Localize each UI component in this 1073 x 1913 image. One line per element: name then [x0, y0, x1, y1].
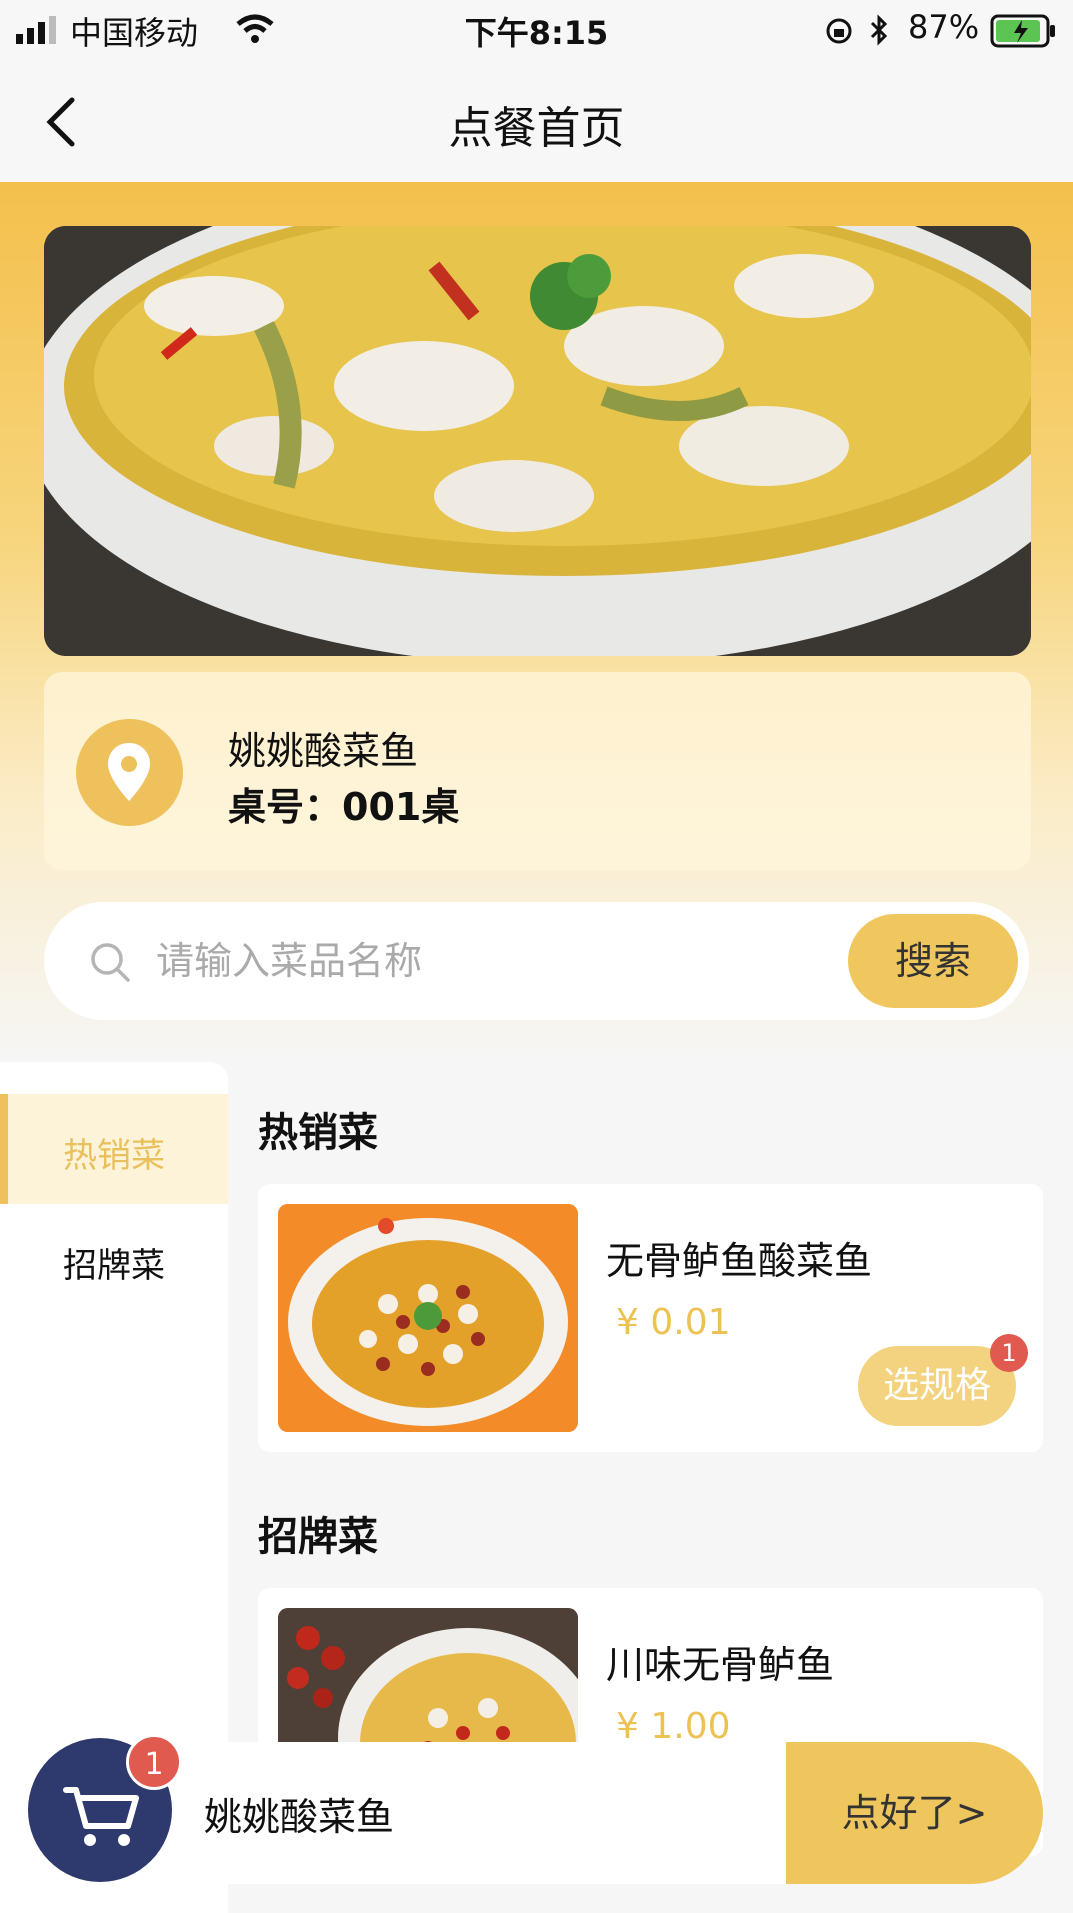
bluetooth-icon [870, 14, 888, 46]
category-signature[interactable]: 招牌菜 [0, 1238, 228, 1287]
search-button[interactable]: 搜索 [848, 914, 1018, 1008]
rotation-lock-icon [826, 18, 852, 44]
search-icon [91, 943, 130, 982]
spec-count-badge: 1 [990, 1334, 1028, 1372]
location-pin-icon [108, 743, 150, 801]
store-info-card [44, 672, 1031, 870]
battery-icon [990, 14, 1055, 48]
section-title-hot: 热销菜 [258, 1110, 378, 1156]
table-number: 桌号：001桌 [228, 785, 460, 829]
battery-percent: 87% [908, 8, 980, 46]
banner-image [44, 226, 1031, 656]
page-title: 点餐首页 [448, 103, 625, 154]
cart-store-name: 姚姚酸菜鱼 [204, 1795, 395, 1839]
store-name: 姚姚酸菜鱼 [228, 729, 419, 773]
dish-name: 无骨鲈鱼酸菜鱼 [606, 1239, 873, 1283]
nav-bar: 点餐首页 [0, 62, 1073, 182]
search-input[interactable] [154, 930, 818, 992]
dish-price: ¥ 0.01 [616, 1302, 731, 1343]
dish-price: ¥ 1.00 [616, 1706, 731, 1747]
cart-count-badge: 1 [126, 1734, 182, 1790]
section-title-signature: 招牌菜 [258, 1514, 378, 1560]
checkout-button[interactable]: 点好了> [786, 1742, 1043, 1884]
dish-image [278, 1204, 578, 1432]
category-hot[interactable]: 热销菜 [0, 1128, 228, 1177]
dish-name: 川味无骨鲈鱼 [606, 1643, 835, 1687]
location-badge [76, 719, 183, 826]
status-bar: 中国移动 下午8:15 87% [0, 0, 1073, 62]
